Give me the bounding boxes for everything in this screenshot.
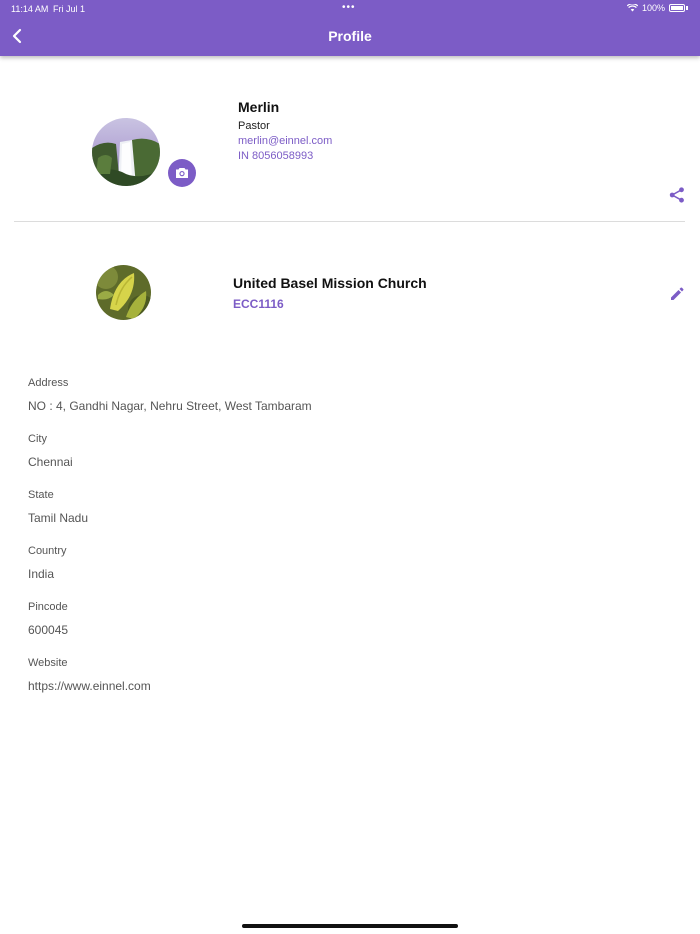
country-field: Country India (28, 545, 668, 601)
waterfall-photo-icon (92, 118, 160, 186)
church-name: United Basel Mission Church (233, 275, 427, 291)
city-field: City Chennai (28, 433, 668, 489)
country-value: India (28, 567, 55, 581)
state-label: State (28, 489, 54, 501)
state-field: State Tamil Nadu (28, 489, 668, 545)
battery-icon (669, 4, 685, 12)
address-label: Address (28, 377, 69, 389)
user-avatar (92, 118, 160, 186)
church-code: ECC1116 (233, 297, 284, 311)
pincode-value: 600045 (28, 623, 69, 637)
wifi-icon (626, 4, 638, 12)
status-indicators: 100% (626, 3, 688, 13)
church-logo (96, 265, 151, 320)
leaf-photo-icon (96, 265, 151, 320)
status-date: Fri Jul 1 (53, 4, 86, 14)
camera-icon (176, 168, 188, 178)
home-indicator[interactable] (242, 924, 458, 928)
user-role: Pastor (238, 120, 270, 132)
pincode-label: Pincode (28, 601, 68, 613)
edit-church-button[interactable] (668, 285, 686, 303)
user-phone-link[interactable]: IN 8056058993 (238, 150, 313, 162)
city-label: City (28, 433, 47, 445)
church-details: Address NO : 4, Gandhi Nagar, Nehru Stre… (28, 377, 668, 713)
address-field: Address NO : 4, Gandhi Nagar, Nehru Stre… (28, 377, 668, 433)
state-value: Tamil Nadu (28, 511, 89, 525)
pencil-icon (671, 287, 684, 300)
app-header: 11:14 AM Fri Jul 1 ••• 100% Profile (0, 0, 700, 56)
pincode-field: Pincode 600045 (28, 601, 668, 657)
website-value[interactable]: https://www.einnel.com (28, 679, 668, 693)
website-label: Website (28, 657, 68, 669)
share-icon (669, 187, 684, 203)
battery-percent: 100% (641, 3, 665, 13)
city-value: Chennai (28, 455, 73, 469)
section-divider (14, 221, 685, 222)
country-label: Country (28, 545, 67, 557)
user-name: Merlin (238, 99, 280, 115)
battery-tip (686, 6, 688, 10)
status-bar: 11:14 AM Fri Jul 1 ••• 100% (0, 0, 700, 17)
multitasking-dots-icon[interactable]: ••• (342, 2, 356, 13)
user-email-link[interactable]: merlin@einnel.com (238, 135, 332, 147)
page-title: Profile (328, 28, 372, 44)
share-button[interactable] (668, 186, 686, 204)
change-photo-button[interactable] (168, 159, 196, 187)
website-field: Website https://www.einnel.com (28, 657, 668, 713)
status-time: 11:14 AM (11, 4, 49, 14)
address-value: NO : 4, Gandhi Nagar, Nehru Street, West… (28, 399, 312, 413)
